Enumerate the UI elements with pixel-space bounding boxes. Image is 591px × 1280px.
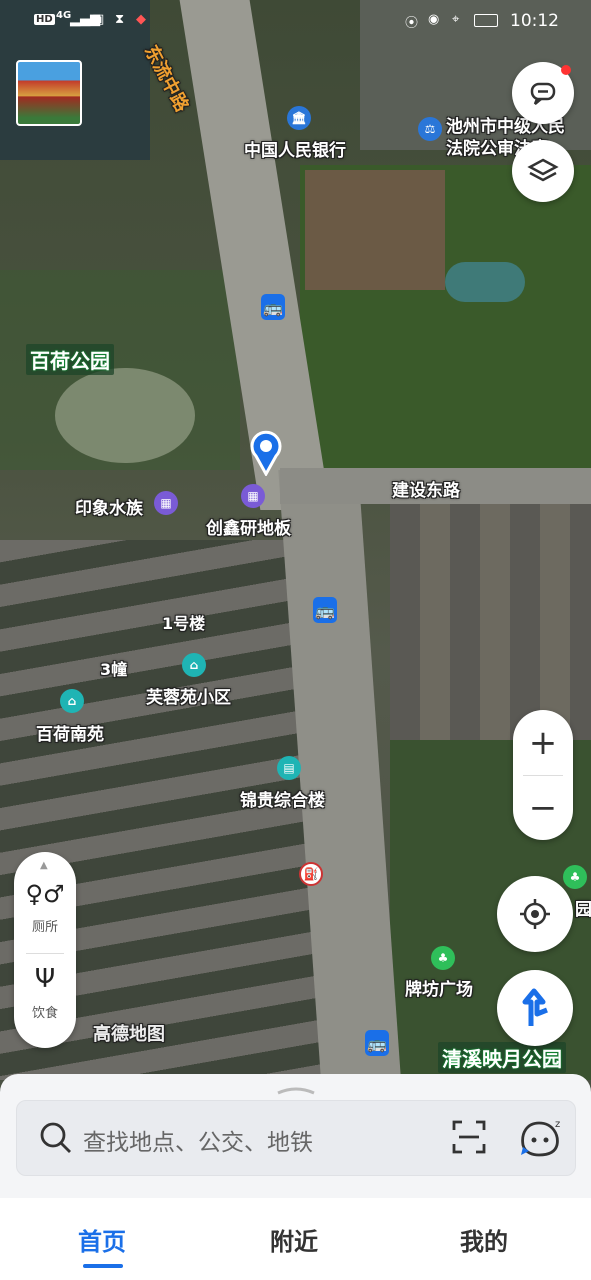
poi-label-yuan-partial[interactable]: 园: [575, 895, 591, 920]
poi-label-furong[interactable]: 芙蓉苑小区: [146, 683, 231, 708]
vibrate-icon: ⦿: [405, 16, 419, 31]
message-button[interactable]: [512, 62, 574, 124]
road-label-jianshe: 建设东路: [392, 481, 460, 501]
map-watermark: 高德地图: [93, 1024, 165, 1045]
battery-icon: [474, 14, 498, 27]
route-button[interactable]: [497, 970, 573, 1046]
food-button[interactable]: Ψ 饮食: [14, 964, 76, 1040]
fuel-icon[interactable]: ⛽: [299, 862, 323, 886]
poi-label-baihenan[interactable]: 百荷南苑: [36, 720, 104, 745]
message-icon: [530, 82, 556, 105]
drag-handle[interactable]: [276, 1080, 316, 1095]
network-icon: 4G: [56, 10, 72, 21]
food-label: 饮食: [31, 1006, 58, 1021]
route-arrow-icon: [522, 988, 548, 1026]
status-bar: HD 4G ▂▄▆ ▣ ⧗ ◆ ⦿ ◉ ⌖ 10:12: [0, 0, 591, 44]
app-icon: ◆: [136, 12, 146, 27]
notification-icon: ▣: [92, 12, 105, 27]
bank-icon[interactable]: 🏛: [287, 106, 311, 130]
shop-icon[interactable]: ▦: [241, 484, 265, 508]
park-label-baihe[interactable]: 百荷公园: [26, 344, 114, 375]
clock: 10:12: [510, 11, 559, 31]
unread-dot: [561, 65, 571, 75]
eye-icon: ◉: [428, 12, 440, 27]
search-bar[interactable]: 查找地点、公交、地铁 z: [16, 1100, 576, 1176]
search-icon: [40, 1122, 71, 1153]
utensils-icon: Ψ: [34, 964, 56, 994]
voice-assistant-icon[interactable]: z: [517, 1115, 565, 1159]
poi-label-yinxiang[interactable]: 印象水族: [75, 494, 143, 519]
toilet-label: 厕所: [31, 920, 58, 935]
pond: [445, 262, 525, 302]
crosshair-icon: [520, 899, 550, 929]
scan-icon[interactable]: [451, 1119, 487, 1155]
bare-land: [305, 170, 445, 290]
bottom-tab-bar: 首页 附近 我的: [0, 1198, 591, 1280]
poi-label-chuangxin[interactable]: 创鑫研地板: [206, 514, 291, 539]
tab-mine[interactable]: 我的: [460, 1222, 508, 1257]
square-icon[interactable]: ♣: [431, 946, 455, 970]
zoom-out-button[interactable]: −: [513, 775, 573, 840]
poi-label-jingui[interactable]: 锦贵综合楼: [240, 786, 325, 811]
tab-indicator: [83, 1264, 123, 1268]
park-icon[interactable]: ♣: [563, 865, 587, 889]
hd-icon: HD: [34, 14, 55, 25]
poi-label-building1[interactable]: 1号楼: [162, 610, 205, 634]
residence-icon[interactable]: ⌂: [182, 653, 206, 677]
poi-label-paifang[interactable]: 牌坊广场: [405, 975, 473, 1000]
zoom-in-button[interactable]: +: [513, 710, 573, 775]
bus-stop-icon[interactable]: 🚌: [313, 597, 337, 623]
bus-stop-icon[interactable]: 🚌: [365, 1030, 389, 1056]
expand-icon[interactable]: ▲: [40, 860, 48, 871]
locate-button[interactable]: [497, 876, 573, 952]
toilet-icon: ♀♂: [25, 880, 65, 908]
tab-home[interactable]: 首页: [78, 1222, 126, 1257]
svg-text:z: z: [555, 1119, 560, 1130]
layers-button[interactable]: [512, 140, 574, 202]
residence-icon[interactable]: ⌂: [60, 689, 84, 713]
building-icon[interactable]: ▤: [277, 756, 301, 780]
current-location-marker: [250, 430, 282, 478]
blocks-right: [390, 500, 591, 740]
zoom-control: + −: [513, 710, 573, 840]
layers-icon: [527, 158, 559, 182]
divider: [26, 953, 64, 954]
hourglass-icon: ⧗: [115, 12, 125, 27]
poi-label-building3[interactable]: 3幢: [100, 656, 127, 680]
court-icon[interactable]: ⚖: [418, 117, 442, 141]
location-icon: ⌖: [452, 12, 460, 27]
bus-stop-icon[interactable]: 🚌: [261, 294, 285, 320]
avatar[interactable]: [16, 60, 82, 126]
poi-label-bank[interactable]: 中国人民银行: [244, 136, 346, 161]
park-label-qingxi[interactable]: 清溪映月公园: [438, 1042, 566, 1073]
toilet-button[interactable]: ♀♂ 厕所: [14, 880, 76, 950]
search-input[interactable]: 查找地点、公交、地铁: [83, 1123, 313, 1157]
facility-panel: ▲ ♀♂ 厕所 Ψ 饮食: [14, 852, 76, 1048]
tab-nearby[interactable]: 附近: [270, 1222, 318, 1257]
shop-icon[interactable]: ▦: [154, 491, 178, 515]
